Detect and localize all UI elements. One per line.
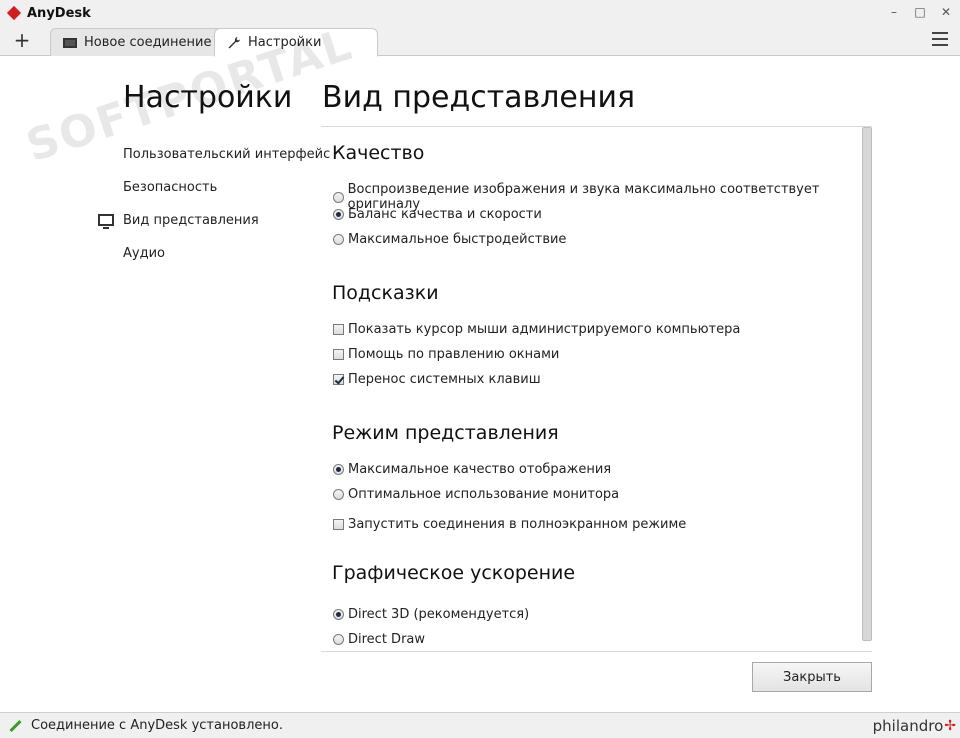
radio-direct3d[interactable]: Direct 3D (рекомендуется) (333, 607, 529, 622)
tab-settings[interactable]: Настройки (214, 28, 378, 57)
sidebar-item-audio[interactable]: Аудио (95, 237, 330, 270)
radio-quality-balance[interactable]: Баланс качества и скорости (333, 207, 542, 222)
option-label: Direct 3D (рекомендуется) (348, 607, 530, 622)
option-label: Максимальное качество отображения (348, 462, 612, 477)
option-label: Помощь по правлению окнами (348, 347, 560, 362)
option-label: Баланс качества и скорости (348, 207, 542, 222)
brand-star-icon: ✢ (944, 718, 956, 734)
sidebar-item-label: Вид представления (123, 213, 259, 228)
radio-view-optimal-monitor[interactable]: Оптимальное использование монитора (333, 487, 619, 502)
close-button[interactable]: Закрыть (752, 662, 872, 692)
hamburger-menu-icon[interactable] (932, 32, 948, 46)
radio-view-max-quality[interactable]: Максимальное качество отображения (333, 462, 611, 477)
status-text: Соединение с AnyDesk установлено. (31, 718, 283, 733)
anydesk-logo-icon (7, 6, 21, 20)
radio-directdraw[interactable]: Direct Draw (333, 632, 425, 647)
section-title-quality: Качество (332, 142, 425, 164)
radio-button[interactable] (333, 234, 344, 245)
sidebar-item-ui[interactable]: Пользовательский интерфейс (95, 138, 330, 171)
radio-button[interactable] (333, 489, 344, 500)
radio-quality-speed[interactable]: Максимальное быстродействие (333, 232, 566, 247)
section-title-hints: Подсказки (332, 282, 439, 304)
status-bar: Соединение с AnyDesk установлено. philan… (0, 712, 960, 738)
close-window-button[interactable]: ✕ (938, 4, 954, 20)
sidebar-item-display[interactable]: Вид представления (95, 204, 330, 237)
checkbox[interactable] (333, 324, 344, 335)
checkbox-transfer-keys[interactable]: Перенос системных клавиш (333, 372, 541, 387)
scrollbar[interactable] (862, 127, 872, 641)
radio-button[interactable] (333, 634, 344, 645)
section-title-graphics: Графическое ускорение (332, 562, 576, 584)
tab-new-connection[interactable]: Новое соединение (50, 28, 230, 56)
add-tab-button[interactable]: + (12, 29, 32, 51)
option-label: Запустить соединения в полноэкранном реж… (348, 517, 687, 532)
tab-label: Настройки (248, 35, 322, 50)
sidebar-item-label: Аудио (123, 246, 165, 261)
radio-button[interactable] (333, 609, 344, 620)
title-bar: AnyDesk – □ ✕ (0, 0, 960, 26)
option-label: Оптимальное использование монитора (348, 487, 620, 502)
monitor-icon (98, 214, 114, 229)
sidebar-item-label: Пользовательский интерфейс (123, 147, 331, 162)
sidebar-item-security[interactable]: Безопасность (95, 171, 330, 204)
option-label: Показать курсор мыши администрируемого к… (348, 322, 741, 337)
option-label: Перенос системных клавиш (348, 372, 541, 387)
checkbox-window-help[interactable]: Помощь по правлению окнами (333, 347, 559, 362)
option-label: Direct Draw (348, 632, 426, 647)
checkbox[interactable] (333, 374, 344, 385)
wrench-icon (228, 36, 240, 48)
section-title-view-mode: Режим представления (332, 422, 559, 444)
radio-button[interactable] (333, 209, 344, 220)
radio-button[interactable] (333, 191, 344, 203)
tab-bar: + Новое соединение Настройки (0, 26, 960, 57)
checkbox-fullscreen[interactable]: Запустить соединения в полноэкранном реж… (333, 517, 686, 532)
settings-title: Настройки (123, 80, 293, 115)
tab-label: Новое соединение (84, 35, 212, 50)
philandro-logo: philandro ✢ (873, 717, 956, 735)
radio-button[interactable] (333, 464, 344, 475)
checkbox-show-cursor[interactable]: Показать курсор мыши администрируемого к… (333, 322, 740, 337)
page-title: Вид представления (322, 80, 636, 115)
app-title: AnyDesk (27, 5, 91, 21)
brand-name: philandro (872, 717, 944, 735)
monitor-icon (63, 37, 77, 48)
option-label: Максимальное быстродействие (348, 232, 567, 247)
maximize-button[interactable]: □ (912, 4, 928, 20)
connection-status-icon (8, 719, 22, 733)
window-controls: – □ ✕ (886, 4, 954, 20)
settings-panel: Качество Воспроизведение изображения и з… (321, 126, 872, 652)
sidebar-item-label: Безопасность (123, 180, 218, 195)
checkbox[interactable] (333, 349, 344, 360)
settings-nav: Пользовательский интерфейс Безопасность … (95, 138, 330, 270)
minimize-button[interactable]: – (886, 4, 902, 20)
checkbox[interactable] (333, 519, 344, 530)
